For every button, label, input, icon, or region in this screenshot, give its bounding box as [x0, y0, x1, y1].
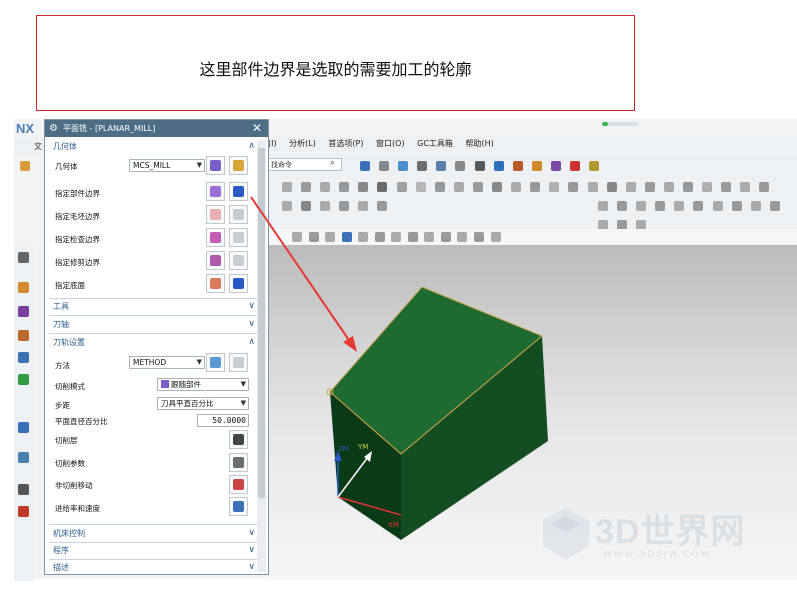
watermark-url: WWW.3DSJW.COM: [603, 550, 711, 560]
watermark-brand: 3D世界网: [595, 513, 746, 551]
watermark-cube-icon: [543, 508, 589, 560]
annotation-arrow: [250, 196, 354, 347]
watermark: 3D世界网 WWW.3DSJW.COM: [537, 498, 787, 578]
